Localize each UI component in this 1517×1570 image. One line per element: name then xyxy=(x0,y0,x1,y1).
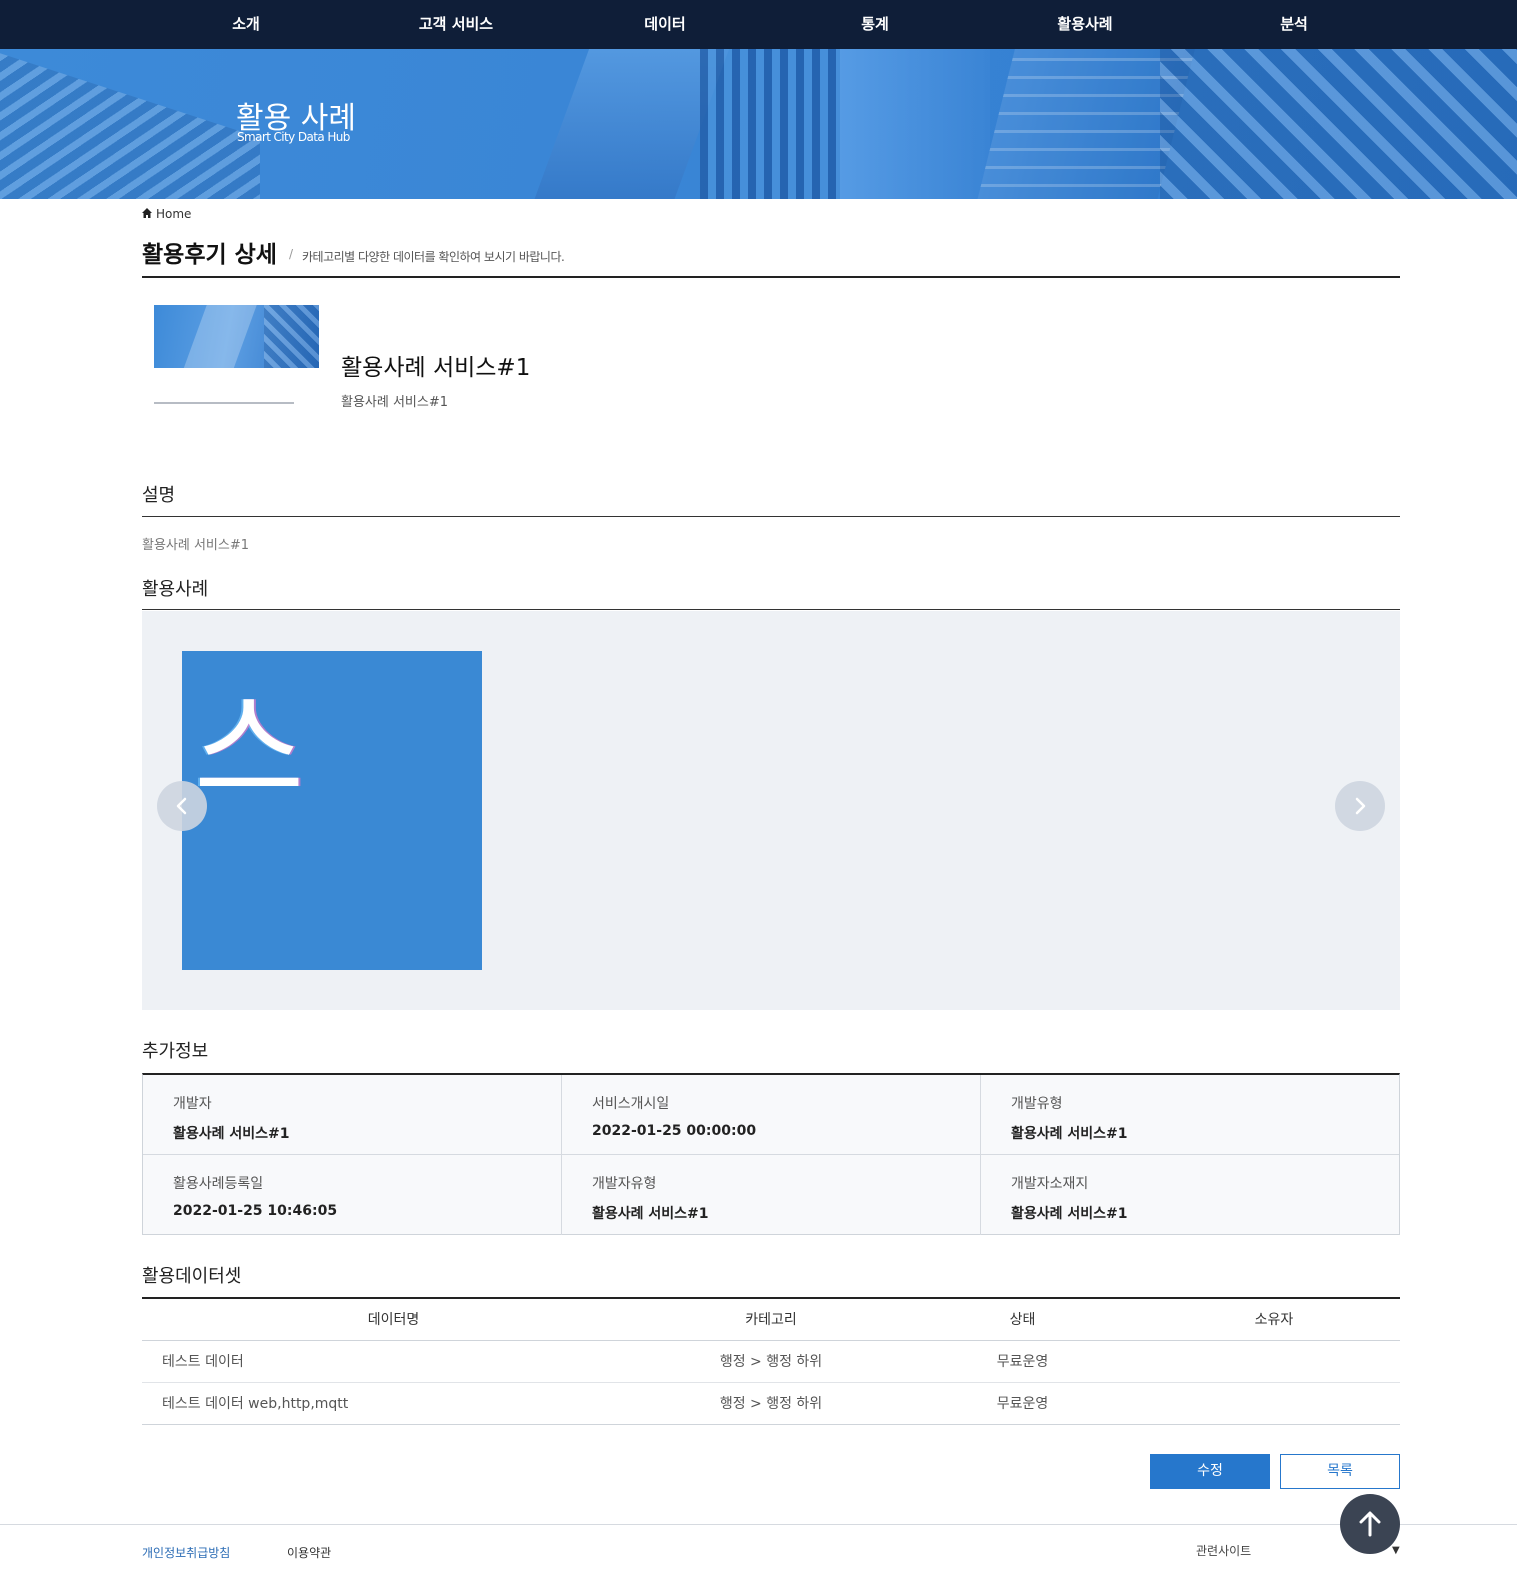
carousel-next-button[interactable] xyxy=(1335,781,1385,831)
section-divider xyxy=(142,609,1400,610)
dataset-name-cell[interactable]: 테스트 데이터 xyxy=(142,1340,645,1383)
banner-building-graphic xyxy=(840,49,990,199)
info-cell-developer: 개발자 활용사례 서비스#1 xyxy=(143,1075,562,1155)
caret-down-icon[interactable]: ▼ xyxy=(1392,1545,1400,1556)
privacy-policy-link[interactable]: 개인정보취급방침 xyxy=(142,1544,230,1561)
info-cell-developer-location: 개발자소재지 활용사례 서비스#1 xyxy=(981,1155,1400,1235)
info-cell-registration-date: 활용사례등록일 2022-01-25 10:46:05 xyxy=(143,1155,562,1235)
info-value: 2022-01-25 00:00:00 xyxy=(592,1123,757,1139)
page-banner: 활용 사례 Smart City Data Hub xyxy=(0,49,1517,199)
top-navigation: 소개 고객 서비스 데이터 통계 활용사례 분석 xyxy=(0,0,1517,49)
edit-button[interactable]: 수정 xyxy=(1150,1454,1270,1489)
nav-item-intro[interactable]: 소개 xyxy=(141,0,351,49)
breadcrumb-home-label[interactable]: Home xyxy=(156,207,191,221)
related-sites-select[interactable]: 관련사이트 xyxy=(1196,1542,1251,1559)
info-cell-service-start-date: 서비스개시일 2022-01-25 00:00:00 xyxy=(562,1075,981,1155)
arrow-up-icon xyxy=(1359,1511,1381,1537)
nav-item-customer-service[interactable]: 고객 서비스 xyxy=(351,0,561,49)
service-thumbnail xyxy=(154,305,319,368)
page-title: 활용후기 상세 xyxy=(142,242,277,268)
column-header-status: 상태 xyxy=(897,1298,1148,1341)
dataset-name-cell[interactable]: 테스트 데이터 web,http,mqtt xyxy=(142,1382,645,1425)
dataset-status-cell: 무료운영 xyxy=(897,1340,1148,1383)
table-row[interactable]: 테스트 데이터 행정 > 행정 하위 무료운영 xyxy=(142,1340,1400,1383)
home-icon xyxy=(142,207,152,218)
info-value: 활용사례 서비스#1 xyxy=(1011,1206,1128,1222)
info-label: 활용사례등록일 xyxy=(173,1176,264,1192)
column-header-data-name: 데이터명 xyxy=(142,1298,645,1341)
banner-building-graphic xyxy=(0,49,260,199)
nav-item-data[interactable]: 데이터 xyxy=(560,0,770,49)
info-value: 2022-01-25 10:46:05 xyxy=(173,1203,338,1219)
slide-glyph: 스 xyxy=(194,681,305,820)
info-value: 활용사례 서비스#1 xyxy=(592,1206,709,1222)
thumbnail-underline xyxy=(154,402,294,404)
banner-subtitle: Smart City Data Hub xyxy=(237,130,350,144)
banner-building-graphic xyxy=(1160,49,1517,199)
use-case-carousel: 스 xyxy=(142,611,1400,1010)
table-header-row: 데이터명 카테고리 상태 소유자 xyxy=(142,1298,1400,1341)
dataset-category-cell: 행정 > 행정 하위 xyxy=(645,1340,897,1383)
info-label: 개발자소재지 xyxy=(1011,1176,1089,1192)
dataset-status-cell: 무료운영 xyxy=(897,1382,1148,1425)
service-subtitle: 활용사례 서비스#1 xyxy=(341,395,449,410)
banner-building-graphic xyxy=(700,49,840,199)
column-header-category: 카테고리 xyxy=(645,1298,897,1341)
breadcrumb[interactable]: Home xyxy=(142,207,191,221)
dataset-owner-cell xyxy=(1148,1340,1400,1383)
info-label: 개발유형 xyxy=(1011,1096,1063,1112)
table-row[interactable]: 테스트 데이터 web,http,mqtt 행정 > 행정 하위 무료운영 xyxy=(142,1382,1400,1425)
info-label: 개발자유형 xyxy=(592,1176,657,1192)
nav-item-use-cases[interactable]: 활용사례 xyxy=(980,0,1190,49)
carousel-slide-image[interactable]: 스 xyxy=(182,651,482,970)
terms-link[interactable]: 이용약관 xyxy=(287,1544,331,1561)
service-title: 활용사례 서비스#1 xyxy=(341,355,531,381)
column-header-owner: 소유자 xyxy=(1148,1298,1400,1341)
carousel-prev-button[interactable] xyxy=(157,781,207,831)
footer-divider xyxy=(0,1524,1517,1525)
chevron-left-icon xyxy=(176,797,187,815)
info-value: 활용사례 서비스#1 xyxy=(173,1126,290,1142)
info-cell-developer-type: 개발자유형 활용사례 서비스#1 xyxy=(562,1155,981,1235)
description-text: 활용사례 서비스#1 xyxy=(142,538,250,553)
section-divider xyxy=(142,516,1400,517)
chevron-right-icon xyxy=(1355,797,1366,815)
section-title-description: 설명 xyxy=(142,485,176,506)
info-label: 개발자 xyxy=(173,1096,212,1112)
nav-item-analysis[interactable]: 분석 xyxy=(1189,0,1399,49)
page-title-separator: / xyxy=(289,247,294,261)
dataset-owner-cell xyxy=(1148,1382,1400,1425)
list-button[interactable]: 목록 xyxy=(1280,1454,1400,1489)
extra-info-grid: 개발자 활용사례 서비스#1 서비스개시일 2022-01-25 00:00:0… xyxy=(142,1073,1400,1235)
section-title-use-cases: 활용사례 xyxy=(142,579,209,600)
info-cell-development-type: 개발유형 활용사례 서비스#1 xyxy=(981,1075,1400,1155)
page-description: 카테고리별 다양한 데이터를 확인하여 보시기 바랍니다. xyxy=(302,250,565,264)
dataset-table: 데이터명 카테고리 상태 소유자 테스트 데이터 행정 > 행정 하위 무료운영… xyxy=(142,1297,1400,1425)
heading-divider xyxy=(142,276,1400,278)
nav-item-statistics[interactable]: 통계 xyxy=(770,0,980,49)
section-title-extra-info: 추가정보 xyxy=(142,1041,209,1062)
section-title-datasets: 활용데이터셋 xyxy=(142,1266,242,1287)
info-value: 활용사례 서비스#1 xyxy=(1011,1126,1128,1142)
scroll-to-top-button[interactable] xyxy=(1340,1494,1400,1554)
dataset-category-cell: 행정 > 행정 하위 xyxy=(645,1382,897,1425)
info-label: 서비스개시일 xyxy=(592,1096,670,1112)
